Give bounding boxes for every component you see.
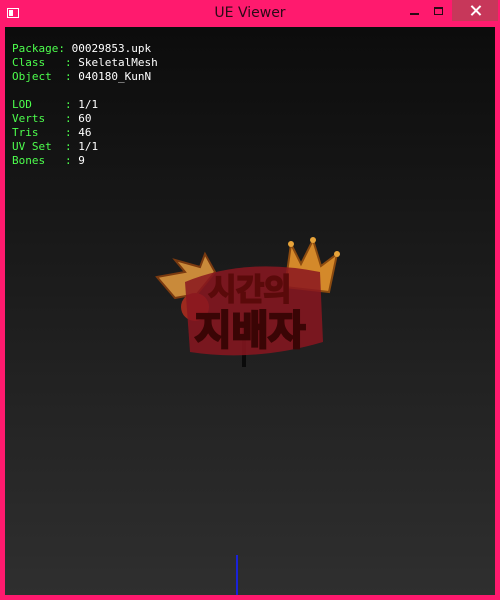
object-info-panel: Package: 00029853.upk Class : SkeletalMe… (12, 42, 158, 84)
info-object-label: Object (12, 70, 52, 83)
skeletal-mesh-logo[interactable]: 시간의 지배자 (145, 232, 345, 372)
info-class-label: Class (12, 56, 46, 69)
stat-bones-row: Bones : 9 (12, 154, 85, 167)
stat-tris-value: 46 (78, 126, 92, 139)
info-package-value: 00029853.upk (71, 42, 152, 55)
title-bar[interactable]: UE Viewer (0, 0, 500, 27)
info-package-row: Package: 00029853.upk (12, 42, 152, 55)
maximize-button[interactable] (424, 0, 452, 21)
info-class-row: Class : SkeletalMesh (12, 56, 158, 69)
close-icon (470, 5, 481, 16)
info-package-label: Package (12, 42, 59, 55)
stat-verts-value: 60 (78, 112, 92, 125)
stat-lod-label: LOD (12, 98, 32, 111)
stat-uvset-value: 1/1 (78, 140, 99, 153)
info-object-row: Object : 040180_KunN (12, 70, 152, 83)
stat-verts-row: Verts : 60 (12, 112, 92, 125)
mesh-stats-panel: LOD : 1/1 Verts : 60 Tris : 46 UV Set : … (12, 98, 98, 168)
logo-text-bottom: 지배자 (195, 308, 306, 354)
stat-uvset-row: UV Set : 1/1 (12, 140, 99, 153)
stat-verts-label: Verts (12, 112, 46, 125)
info-object-value: 040180_KunN (78, 70, 152, 83)
stat-tris-row: Tris : 46 (12, 126, 92, 139)
stat-bones-value: 9 (78, 154, 85, 167)
minimize-icon (409, 12, 419, 15)
app-window: UE Viewer Package: 00029853.upk Class : … (0, 0, 500, 600)
logo-text-top: 시간의 (209, 273, 292, 308)
stat-lod-row: LOD : 1/1 (12, 98, 99, 111)
stat-tris-label: Tris (12, 126, 39, 139)
close-button[interactable] (452, 0, 498, 21)
stat-bones-label: Bones (12, 154, 46, 167)
maximize-icon (433, 6, 443, 15)
z-axis-line (236, 555, 238, 595)
3d-viewport[interactable]: Package: 00029853.upk Class : SkeletalMe… (5, 27, 495, 595)
info-class-value: SkeletalMesh (78, 56, 158, 69)
stat-lod-value: 1/1 (78, 98, 99, 111)
stat-uvset-label: UV Set (12, 140, 52, 153)
